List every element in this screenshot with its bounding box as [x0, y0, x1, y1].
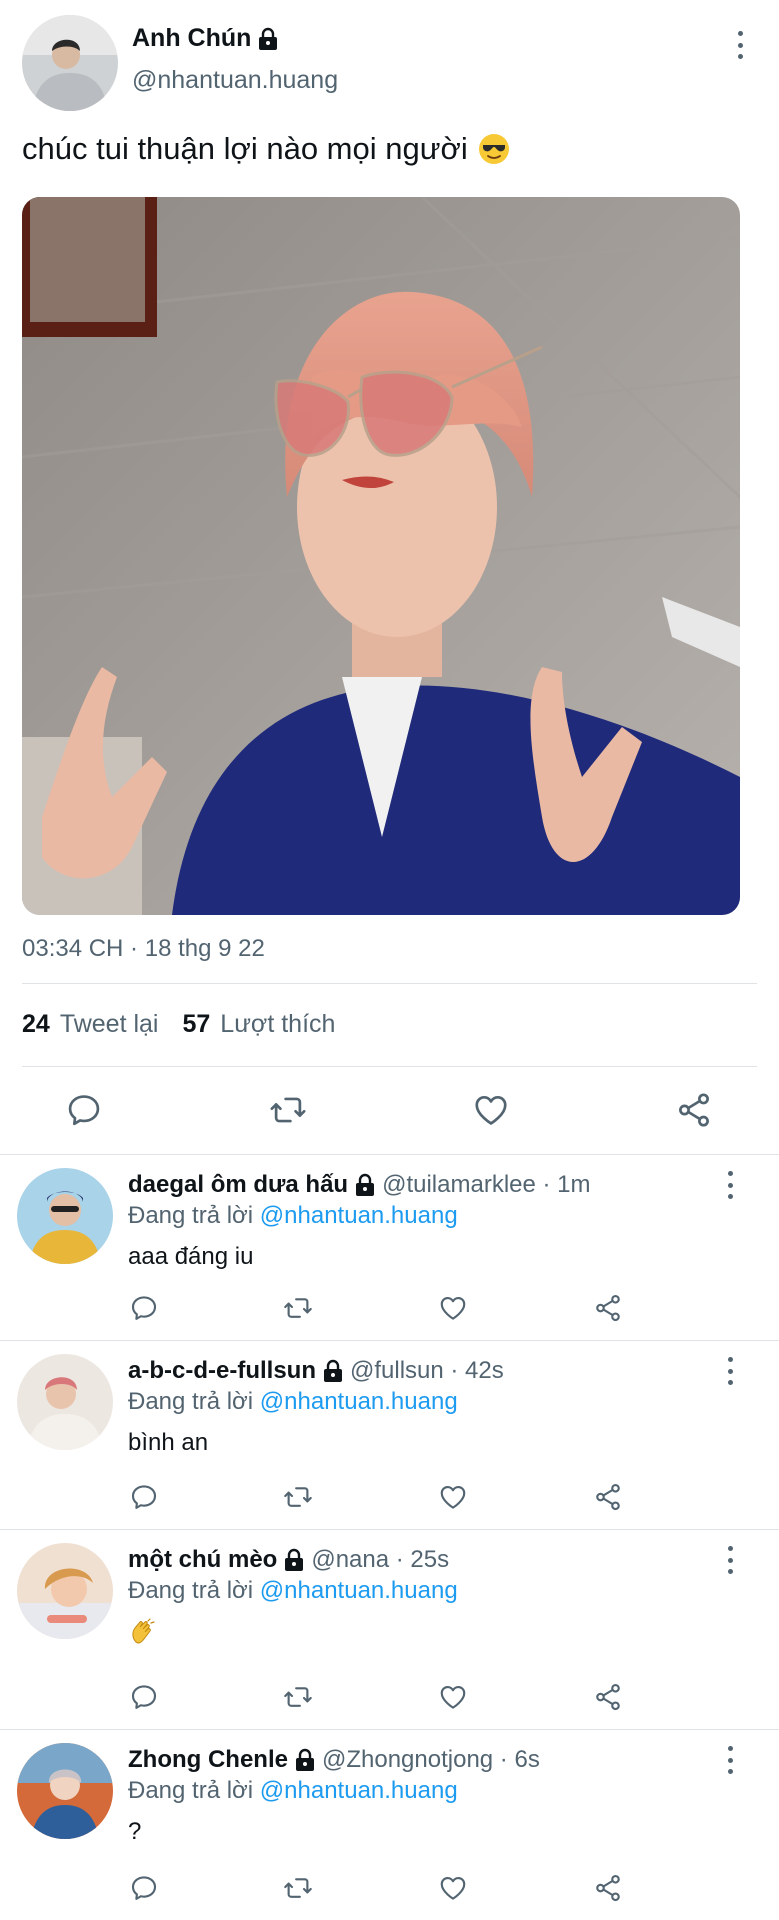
smiling-face-with-sunglasses-icon: [478, 133, 510, 165]
divider: [22, 1066, 757, 1067]
reply-tweet[interactable]: một chú mèo @nana · 25s Đang trả lời @nh…: [0, 1530, 779, 1730]
more-options-icon[interactable]: [725, 1746, 735, 1774]
retweets-stat[interactable]: 24 Tweet lại: [22, 1010, 158, 1039]
like-icon[interactable]: [438, 1482, 468, 1512]
clapping-hands-icon: [128, 1618, 156, 1646]
replying-to: Đang trả lời @nhantuan.huang: [128, 1777, 458, 1804]
retweet-icon[interactable]: [283, 1873, 313, 1903]
share-icon[interactable]: [593, 1873, 623, 1903]
lock-icon: [322, 1359, 344, 1383]
engagement-stats: 24 Tweet lại 57 Lượt thích: [22, 1010, 335, 1039]
reply-text: aaa đáng iu: [128, 1243, 254, 1270]
lock-icon: [294, 1748, 316, 1772]
more-options-icon[interactable]: [735, 31, 745, 59]
reply-avatar[interactable]: [17, 1743, 113, 1839]
more-options-icon[interactable]: [725, 1546, 735, 1574]
reply-tweet[interactable]: daegal ôm dưa hấu @tuilamarklee · 1m Đan…: [0, 1155, 779, 1341]
reply-icon[interactable]: [65, 1091, 103, 1129]
reply-avatar[interactable]: [17, 1168, 113, 1264]
retweet-icon[interactable]: [283, 1293, 313, 1323]
more-options-icon[interactable]: [725, 1357, 735, 1385]
like-icon[interactable]: [438, 1873, 468, 1903]
author-name[interactable]: Anh Chún: [132, 24, 279, 53]
more-options-icon[interactable]: [725, 1171, 735, 1199]
reply-avatar[interactable]: [17, 1543, 113, 1639]
replying-to: Đang trả lời @nhantuan.huang: [128, 1577, 458, 1604]
likes-stat[interactable]: 57 Lượt thích: [182, 1010, 335, 1039]
reply-icon[interactable]: [129, 1682, 159, 1712]
reply-text: ?: [128, 1818, 142, 1845]
author-handle[interactable]: @nhantuan.huang: [132, 66, 338, 95]
reply-header: daegal ôm dưa hấu @tuilamarklee · 1m: [128, 1171, 591, 1198]
replying-to: Đang trả lời @nhantuan.huang: [128, 1202, 458, 1229]
lock-icon: [257, 27, 279, 51]
reply-text: bình an: [128, 1429, 209, 1456]
reply-avatar[interactable]: [17, 1354, 113, 1450]
lock-icon: [283, 1548, 305, 1572]
divider: [22, 983, 757, 984]
like-icon[interactable]: [472, 1091, 510, 1129]
retweet-icon[interactable]: [283, 1482, 313, 1512]
reply-header: một chú mèo @nana · 25s: [128, 1546, 450, 1573]
tweet-text: chúc tui thuận lợi nào mọi người: [22, 131, 510, 167]
reply-icon[interactable]: [129, 1873, 159, 1903]
share-icon[interactable]: [593, 1482, 623, 1512]
like-icon[interactable]: [438, 1293, 468, 1323]
author-avatar[interactable]: [22, 15, 118, 111]
retweet-icon[interactable]: [269, 1091, 307, 1129]
reply-header: a-b-c-d-e-fullsun @fullsun · 42s: [128, 1357, 504, 1384]
reply-text: [128, 1618, 156, 1653]
share-icon[interactable]: [593, 1682, 623, 1712]
retweet-icon[interactable]: [283, 1682, 313, 1712]
reply-tweet[interactable]: Zhong Chenle @Zhongnotjong · 6s Đang trả…: [0, 1730, 779, 1920]
reply-header: Zhong Chenle @Zhongnotjong · 6s: [128, 1746, 540, 1773]
reply-icon[interactable]: [129, 1482, 159, 1512]
share-icon[interactable]: [593, 1293, 623, 1323]
tweet-photo[interactable]: [22, 197, 740, 915]
reply-icon[interactable]: [129, 1293, 159, 1323]
tweet-timestamp[interactable]: 03:34 CH · 18 thg 9 22: [22, 935, 265, 963]
lock-icon: [354, 1173, 376, 1197]
like-icon[interactable]: [438, 1682, 468, 1712]
main-tweet: Anh Chún @nhantuan.huang chúc tui thuận …: [0, 0, 779, 1155]
reply-tweet[interactable]: a-b-c-d-e-fullsun @fullsun · 42s Đang tr…: [0, 1341, 779, 1530]
share-icon[interactable]: [675, 1091, 713, 1129]
replying-to: Đang trả lời @nhantuan.huang: [128, 1388, 458, 1415]
